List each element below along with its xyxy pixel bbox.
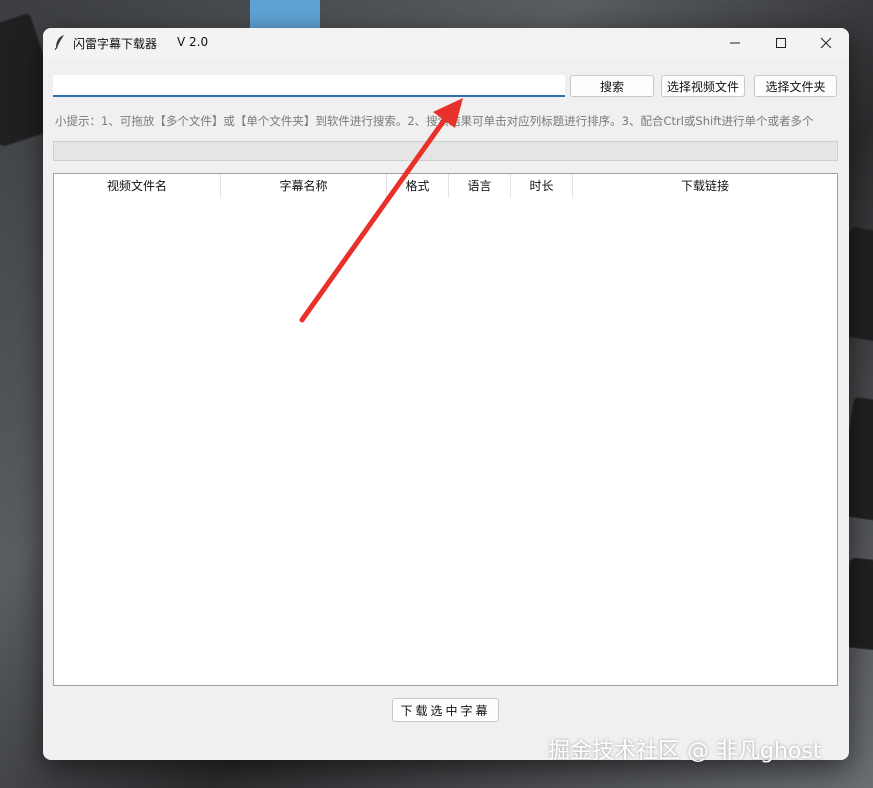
column-header-format[interactable]: 格式: [387, 174, 449, 198]
close-icon: [820, 37, 832, 49]
column-header-subtitle-name[interactable]: 字幕名称: [221, 174, 387, 198]
search-input[interactable]: [53, 75, 565, 97]
window-version: V 2.0: [177, 35, 209, 49]
column-header-download-link[interactable]: 下载链接: [573, 174, 837, 198]
maximize-button[interactable]: [758, 28, 804, 58]
progress-bar: [53, 141, 838, 161]
minimize-icon: [730, 42, 740, 44]
watermark-text: 掘金技术社区 @ 非凡ghost: [548, 739, 822, 764]
close-button[interactable]: [803, 28, 849, 58]
download-selected-button[interactable]: 下载选中字幕: [392, 698, 499, 722]
maximize-icon: [776, 38, 786, 48]
hint-text: 小提示：1、可拖放【多个文件】或【单个文件夹】到软件进行搜索。2、搜索结果可单击…: [55, 114, 814, 128]
search-button-label: 搜索: [599, 79, 624, 94]
select-video-button-label: 选择视频文件: [666, 79, 739, 94]
column-header-video-file[interactable]: 视频文件名: [54, 174, 221, 198]
desktop-background-accent: [250, 0, 320, 28]
app-window: 闪雷字幕下载器 V 2.0 搜索 选择视频文件 选择文件夹 小提示：1、可拖放【…: [43, 28, 849, 760]
title-bar[interactable]: 闪雷字幕下载器 V 2.0: [43, 28, 849, 58]
select-folder-button[interactable]: 选择文件夹: [754, 75, 837, 97]
column-header-language[interactable]: 语言: [449, 174, 511, 198]
table-header: 视频文件名 字幕名称 格式 语言 时长 下载链接: [54, 174, 837, 198]
results-table[interactable]: 视频文件名 字幕名称 格式 语言 时长 下载链接: [53, 173, 838, 686]
window-title: 闪雷字幕下载器: [73, 37, 158, 51]
minimize-button[interactable]: [712, 28, 758, 58]
select-video-button[interactable]: 选择视频文件: [661, 75, 745, 97]
select-folder-button-label: 选择文件夹: [765, 79, 826, 94]
column-header-duration[interactable]: 时长: [511, 174, 573, 198]
feather-icon: [54, 35, 64, 50]
search-button[interactable]: 搜索: [570, 75, 654, 97]
download-selected-button-label: 下载选中字幕: [400, 703, 491, 718]
